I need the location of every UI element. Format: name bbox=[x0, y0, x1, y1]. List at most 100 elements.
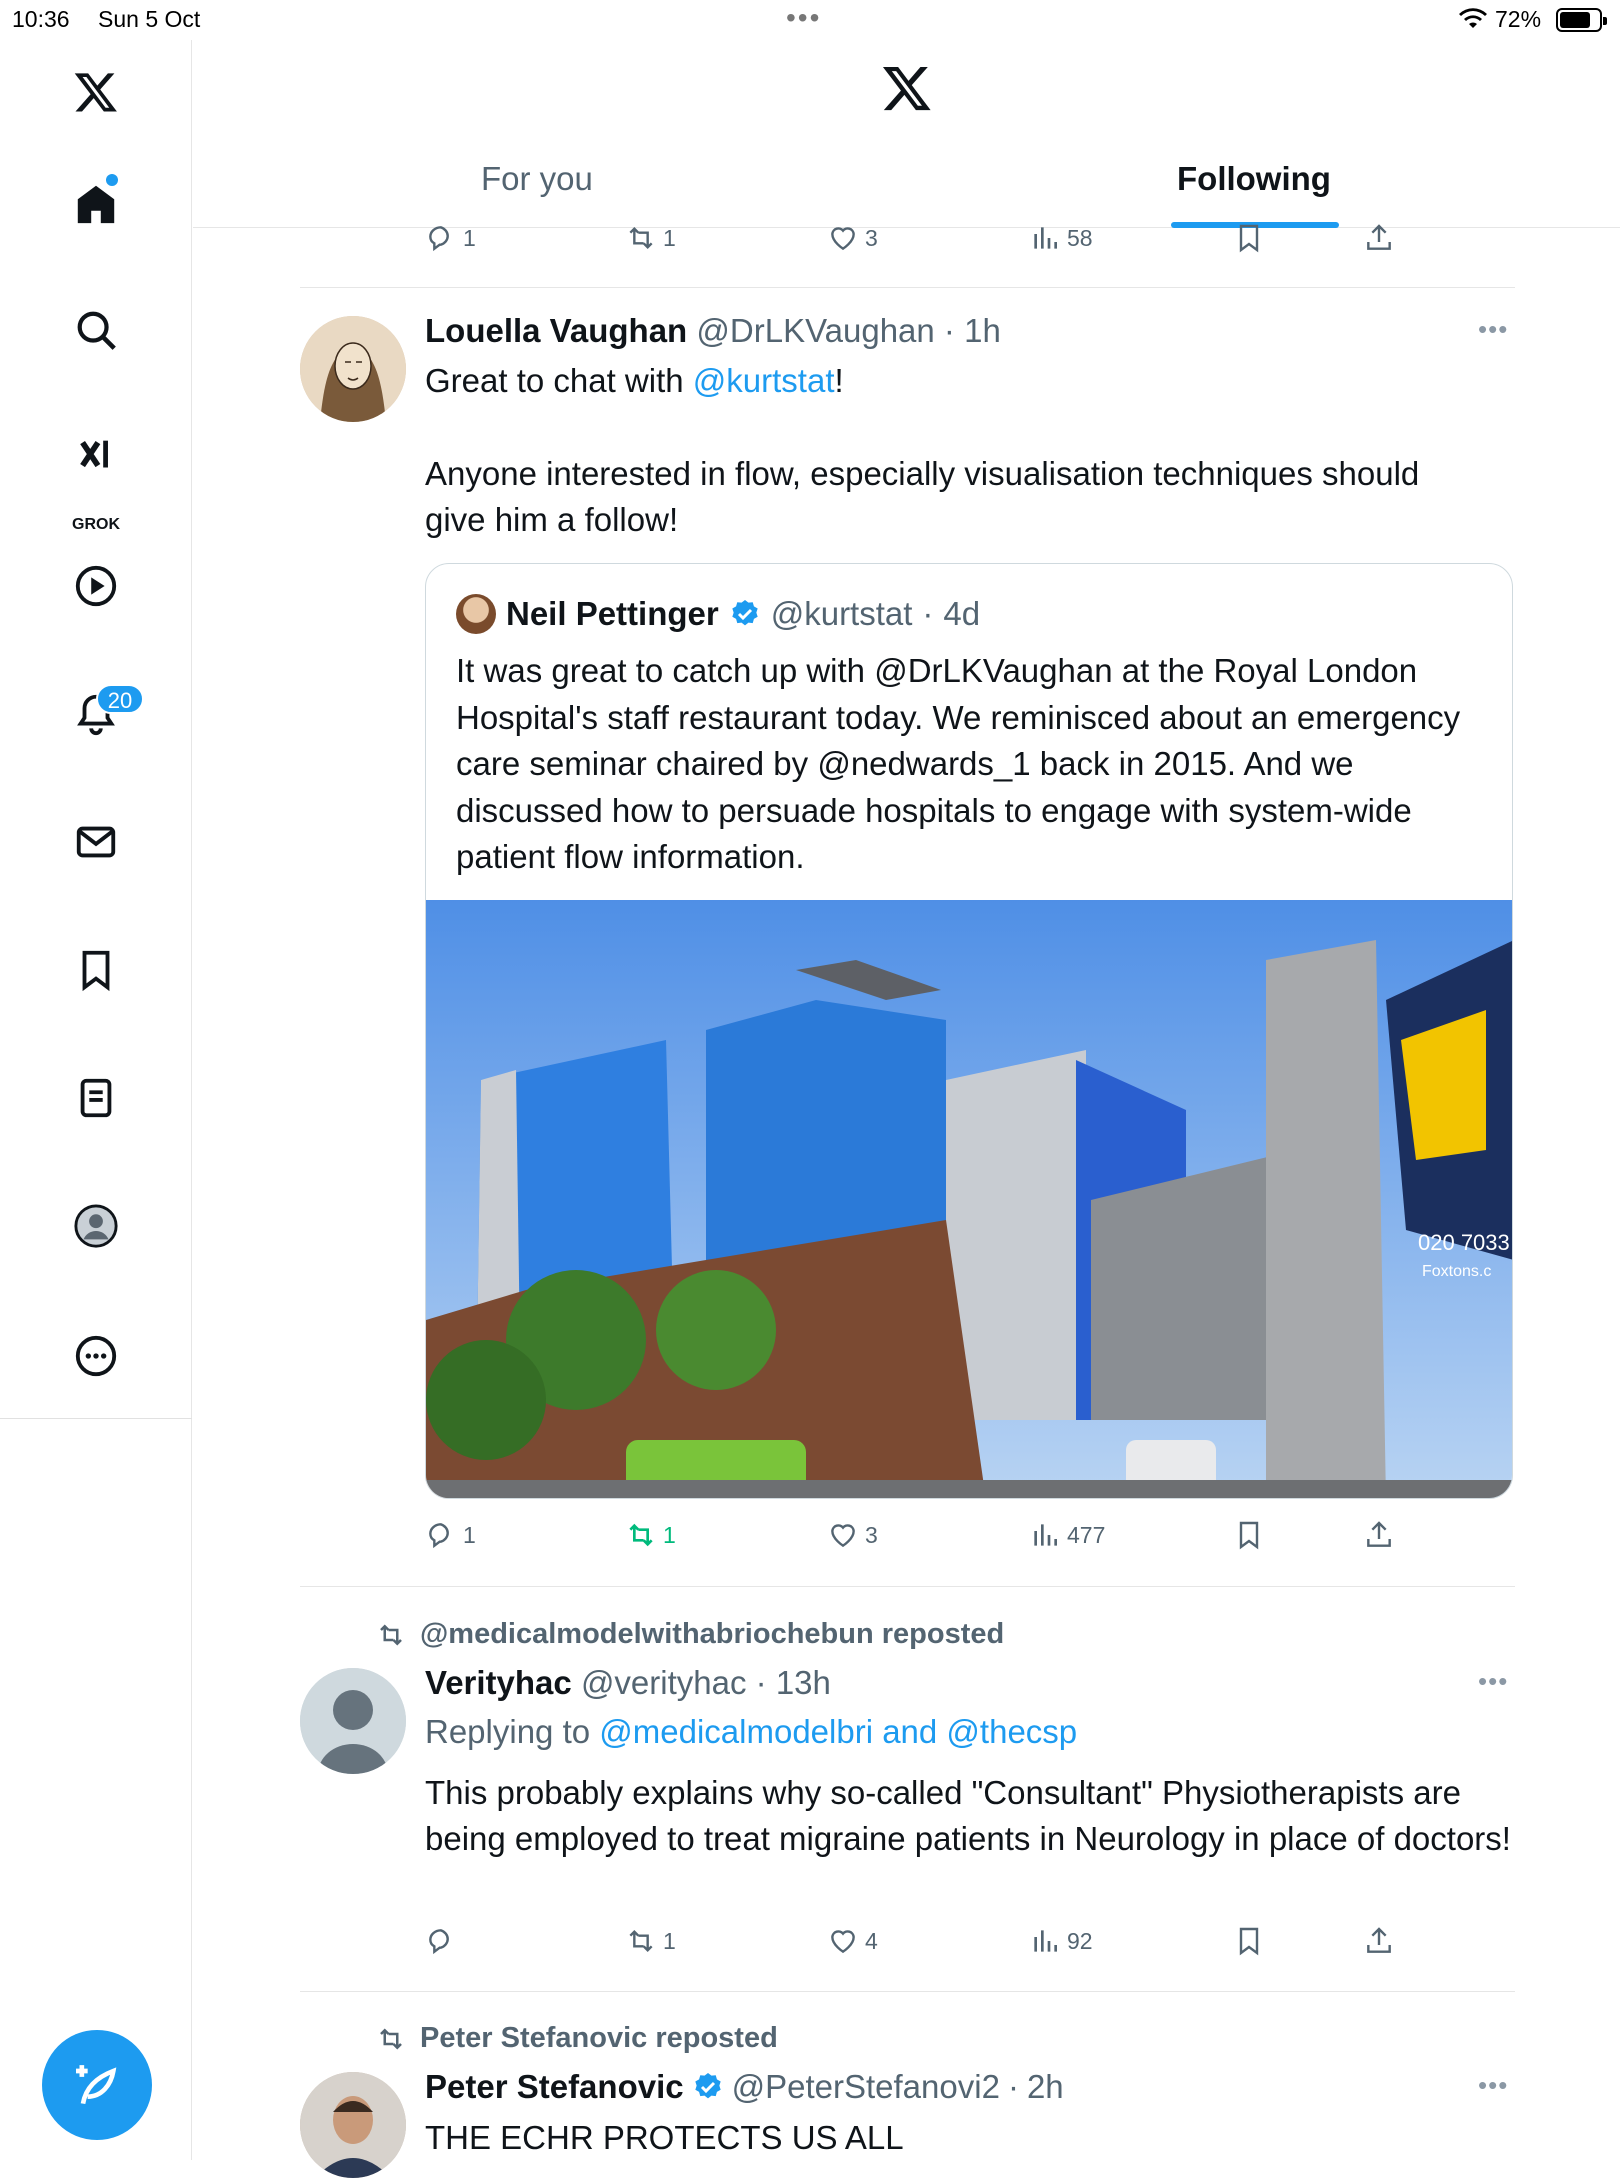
tab-following[interactable]: Following bbox=[1177, 160, 1331, 198]
tweet-text: This probably explains why so-called "Co… bbox=[425, 1774, 1511, 1857]
like-count: 4 bbox=[865, 1927, 878, 1954]
author-name[interactable]: Verityhac bbox=[425, 1664, 572, 1701]
tweet-header: Louella Vaughan @DrLKVaughan · 1h bbox=[425, 312, 1001, 349]
tweet-time[interactable]: 1h bbox=[964, 312, 1001, 349]
compose-post-button[interactable] bbox=[42, 2030, 152, 2140]
like-button[interactable]: 4 bbox=[827, 1925, 878, 1957]
profile-avatar-icon[interactable] bbox=[66, 1196, 126, 1256]
repost-context[interactable]: Peter Stefanovic reposted bbox=[374, 2022, 778, 2055]
quoted-tweet-card[interactable]: Neil Pettinger @kurtstat · 4d It was great… bbox=[425, 563, 1513, 1499]
views-count: 58 bbox=[1067, 224, 1093, 251]
search-icon[interactable] bbox=[66, 300, 126, 360]
tweet-time[interactable]: 13h bbox=[776, 1664, 831, 1701]
more-options-icon[interactable] bbox=[66, 1326, 126, 1386]
repost-icon bbox=[380, 2027, 402, 2050]
tweet-time[interactable]: 2h bbox=[1027, 2068, 1064, 2106]
share-button[interactable] bbox=[1363, 222, 1395, 254]
replying-to-links[interactable]: @medicalmodelbri and @thecsp bbox=[599, 1713, 1077, 1750]
bookmark-icon bbox=[1239, 1927, 1259, 1956]
author-handle[interactable]: @verityhac bbox=[581, 1664, 747, 1701]
quote-author-name: Neil Pettinger bbox=[506, 595, 719, 632]
avatar[interactable] bbox=[300, 2072, 406, 2178]
messages-envelope-icon[interactable] bbox=[66, 812, 126, 872]
reply-button[interactable]: 1 bbox=[425, 222, 476, 254]
author-handle[interactable]: @PeterStefanovi2 bbox=[732, 2068, 1000, 2106]
bookmark-button[interactable] bbox=[1233, 222, 1265, 254]
tweet-text-paragraph: Anyone interested in flow, especially vi… bbox=[425, 455, 1420, 538]
avatar[interactable] bbox=[300, 316, 406, 422]
battery-percent: 72% bbox=[1495, 6, 1542, 32]
repost-context[interactable]: @medicalmodelwithabriochebun reposted bbox=[374, 1618, 1004, 1651]
like-button[interactable]: 3 bbox=[827, 222, 878, 254]
author-handle[interactable]: @DrLKVaughan bbox=[696, 312, 934, 349]
quote-text: It was great to catch up with @DrLKVaugh… bbox=[456, 652, 1461, 875]
x-logo-icon[interactable] bbox=[66, 62, 126, 122]
tweet-actions: 1 1 3 477 bbox=[425, 1519, 1445, 1559]
views-button[interactable]: 92 bbox=[1029, 1925, 1093, 1957]
hospital-building-image: 020 7033 Foxtons.c bbox=[426, 900, 1512, 1498]
author-name[interactable]: Louella Vaughan bbox=[425, 312, 687, 349]
repost-count: 1 bbox=[663, 224, 676, 251]
replying-to: Replying to @medicalmodelbri and @thecsp bbox=[425, 1713, 1078, 1750]
previous-tweet-actions: 1 1 3 58 bbox=[425, 222, 1445, 262]
repost-button[interactable]: 1 bbox=[625, 1925, 676, 1957]
bookmark-button[interactable] bbox=[1233, 1925, 1265, 1957]
status-date: Sun 5 Oct bbox=[98, 6, 201, 32]
views-button[interactable]: 477 bbox=[1029, 1519, 1105, 1551]
more-options-icon[interactable]: ••• bbox=[1478, 2070, 1508, 2101]
quote-author-handle: @kurtstat bbox=[770, 595, 913, 632]
views-button[interactable]: 58 bbox=[1029, 222, 1093, 254]
reply-count: 1 bbox=[463, 1521, 476, 1548]
tweet-header: Peter Stefanovic @PeterStefanovi2 · 2h bbox=[425, 2068, 1064, 2106]
timeline-header: For you Following bbox=[193, 40, 1620, 228]
mention-link[interactable]: @kurtstat bbox=[693, 362, 835, 399]
verified-badge-icon bbox=[694, 2073, 721, 2099]
reply-count: 1 bbox=[463, 224, 476, 251]
bookmark-button[interactable] bbox=[1233, 1519, 1265, 1551]
share-button[interactable] bbox=[1363, 1925, 1395, 1957]
multitasking-dots-icon[interactable]: ••• bbox=[786, 2, 821, 34]
hospital-photo[interactable]: 020 7033 Foxtons.c bbox=[426, 900, 1512, 1498]
views-count: 477 bbox=[1067, 1521, 1106, 1548]
quote-avatar bbox=[456, 594, 496, 634]
tweet-actions: 1 4 92 bbox=[425, 1925, 1445, 1965]
bookmarks-icon[interactable] bbox=[66, 940, 126, 1000]
sign-web-text: Foxtons.c bbox=[1422, 1263, 1491, 1280]
lists-icon[interactable] bbox=[66, 1068, 126, 1128]
compose-feather-icon bbox=[76, 2065, 117, 2105]
share-icon bbox=[1367, 1521, 1391, 1547]
author-name[interactable]: Peter Stefanovic bbox=[425, 2068, 684, 2106]
tweet-divider bbox=[300, 1586, 1515, 1587]
x-logo-icon bbox=[882, 66, 931, 111]
grok-icon[interactable] bbox=[66, 426, 126, 486]
share-button[interactable] bbox=[1363, 1519, 1395, 1551]
repost-button[interactable]: 1 bbox=[625, 1519, 676, 1551]
reposted-by-label: Peter Stefanovic reposted bbox=[420, 2022, 778, 2054]
video-play-icon[interactable] bbox=[66, 556, 126, 616]
reply-button[interactable]: 1 bbox=[425, 1519, 476, 1551]
status-bar: 10:36 Sun 5 Oct ••• 72% bbox=[0, 0, 1620, 40]
home-unread-dot bbox=[106, 174, 118, 186]
sidebar-separator bbox=[0, 1418, 192, 1419]
views-count: 92 bbox=[1067, 1927, 1093, 1954]
grok-label: GROK bbox=[72, 516, 120, 533]
quote-time: 4d bbox=[943, 595, 981, 632]
more-options-icon[interactable]: ••• bbox=[1478, 1666, 1508, 1697]
heart-icon bbox=[831, 1930, 855, 1954]
like-button[interactable]: 3 bbox=[827, 1519, 878, 1551]
more-options-icon[interactable]: ••• bbox=[1478, 314, 1508, 345]
avatar[interactable] bbox=[300, 1668, 406, 1774]
tweet-text: THE ECHR PROTECTS US ALL bbox=[425, 2119, 904, 2156]
repost-button[interactable]: 1 bbox=[625, 222, 676, 254]
tweet-divider bbox=[300, 287, 1515, 288]
share-icon bbox=[1367, 1927, 1391, 1953]
reply-button[interactable] bbox=[425, 1925, 463, 1957]
default-avatar-icon bbox=[300, 1668, 406, 1774]
reply-icon bbox=[429, 226, 449, 252]
tab-for-you[interactable]: For you bbox=[481, 160, 593, 198]
tweet-header: Verityhac @verityhac · 13h bbox=[425, 1664, 831, 1701]
avatar-photo-image bbox=[300, 2072, 406, 2178]
views-chart-icon bbox=[1034, 227, 1057, 249]
reply-icon bbox=[429, 1523, 449, 1549]
battery-icon bbox=[1556, 8, 1607, 32]
